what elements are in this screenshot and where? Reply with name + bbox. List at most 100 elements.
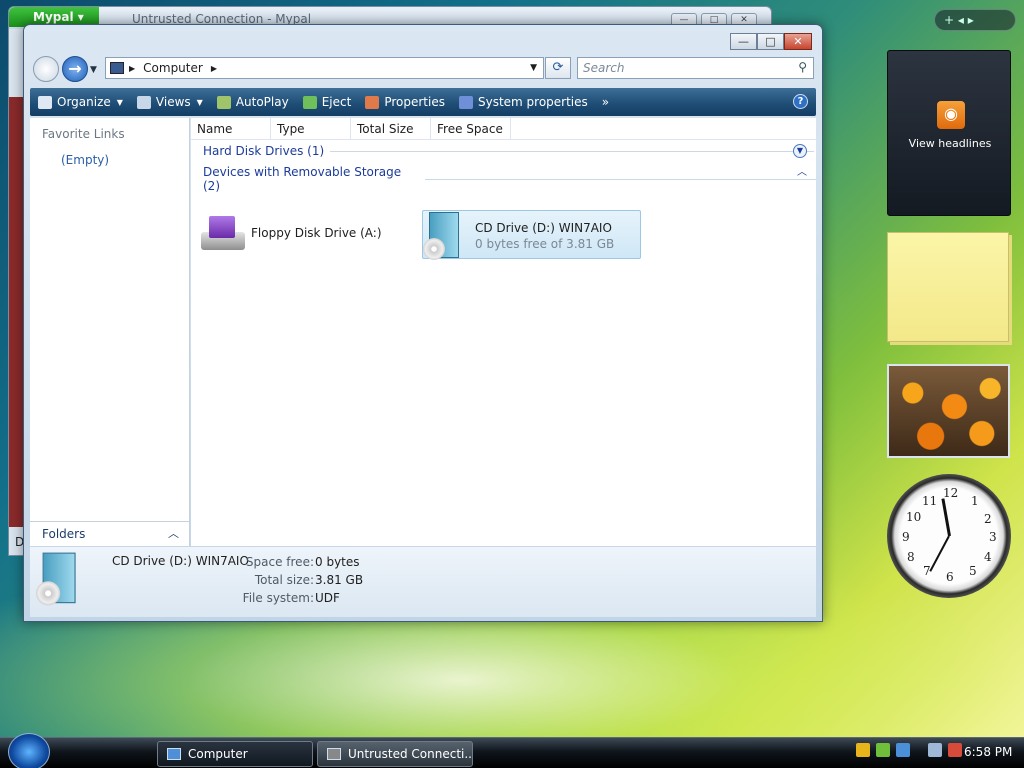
- file-system-label: File system:: [242, 591, 314, 605]
- sidebar-controls[interactable]: + ◂ ▸: [934, 9, 1016, 31]
- system-properties-button[interactable]: System properties: [458, 95, 588, 109]
- views-label: Views: [155, 95, 191, 109]
- views-icon: [136, 95, 151, 109]
- back-button[interactable]: [33, 56, 59, 82]
- arrow-right-icon: →: [68, 59, 82, 78]
- clock-number: 12: [943, 486, 959, 500]
- clock-number: 9: [902, 530, 910, 544]
- group-label: Hard Disk Drives (1): [203, 144, 325, 158]
- close-button[interactable]: ✕: [784, 33, 812, 50]
- column-total-size[interactable]: Total Size: [351, 118, 431, 139]
- navigation-pane: Favorite Links (Empty): [30, 118, 190, 546]
- cd-drive-free-space: 0 bytes free of 3.81 GB: [475, 237, 615, 251]
- autoplay-button[interactable]: AutoPlay: [216, 95, 289, 109]
- slideshow-gadget[interactable]: [887, 364, 1010, 458]
- more-commands-button[interactable]: »: [602, 95, 609, 109]
- file-list[interactable]: Name Type Total Size Free Space Hard Dis…: [191, 118, 816, 546]
- organize-icon: [38, 95, 52, 109]
- rss-icon: ◉: [937, 101, 965, 129]
- notes-gadget[interactable]: [887, 232, 1009, 342]
- security-shield-icon[interactable]: [856, 743, 870, 757]
- clock-number: 8: [907, 550, 915, 564]
- organize-label: Organize: [57, 95, 111, 109]
- volume-muted-icon[interactable]: [948, 743, 962, 757]
- column-name[interactable]: Name: [191, 118, 271, 139]
- folders-label: Folders: [42, 527, 86, 541]
- chevron-up-icon[interactable]: ︿: [797, 163, 807, 178]
- search-placeholder: Search: [583, 61, 625, 75]
- clock-number: 11: [922, 494, 938, 508]
- space-free-label: Space free:: [245, 555, 314, 569]
- floppy-drive-label: Floppy Disk Drive (A:): [251, 226, 382, 240]
- search-icon[interactable]: ⚲: [798, 60, 807, 74]
- taskbar: Computer Untrusted Connecti... 6:58 PM: [0, 733, 1024, 768]
- notification-area: [856, 743, 962, 757]
- chevron-up-icon: ︿: [168, 527, 179, 540]
- clock-time[interactable]: 6:58 PM: [964, 745, 1012, 759]
- address-dropdown-icon[interactable]: ▼: [530, 63, 537, 73]
- autoplay-label: AutoPlay: [235, 95, 289, 109]
- help-icon[interactable]: ?: [793, 94, 808, 109]
- address-bar[interactable]: ▶ Computer ▶ ▼: [105, 57, 544, 79]
- browser-icon: [327, 748, 341, 760]
- recent-pages-dropdown[interactable]: ▼: [90, 65, 97, 75]
- clock-number: 5: [969, 564, 977, 578]
- taskbar-item-label: Computer: [188, 747, 248, 761]
- collapse-group-icon[interactable]: ▼: [793, 144, 807, 158]
- refresh-button[interactable]: ⟳: [545, 57, 571, 79]
- cd-drive-item-content: CD Drive (D:) WIN7AIO 0 bytes free of 3.…: [423, 212, 614, 260]
- clock-minute-hand: [929, 535, 950, 572]
- feed-headlines-gadget[interactable]: ◉ View headlines: [887, 50, 1011, 216]
- explorer-window[interactable]: — □ ✕ → ▼ ▶ Computer ▶ ▼ ⟳ Search ⚲ Orga…: [23, 24, 823, 622]
- command-bar: Organize ▼ Views ▼ AutoPlay Eject Properti…: [30, 88, 816, 116]
- column-headers: Name Type Total Size Free Space: [191, 118, 816, 140]
- tray-app-icon[interactable]: [896, 743, 910, 757]
- group-divider: [425, 178, 816, 180]
- clock-number: 3: [989, 530, 997, 544]
- total-size-value: 3.81 GB: [315, 573, 364, 587]
- views-button[interactable]: Views ▼: [136, 95, 203, 109]
- start-button[interactable]: [8, 733, 50, 768]
- taskbar-item-browser[interactable]: Untrusted Connecti...: [317, 741, 473, 767]
- search-input[interactable]: Search ⚲: [577, 57, 814, 79]
- computer-icon: [167, 748, 181, 760]
- minimize-button[interactable]: —: [730, 33, 757, 50]
- tray-spacer: [916, 743, 922, 757]
- group-label: Devices with Removable Storage (2): [203, 165, 402, 193]
- system-properties-icon: [458, 95, 473, 109]
- view-headlines-link[interactable]: View headlines: [888, 137, 1012, 150]
- eject-icon: [302, 95, 317, 109]
- floppy-drive-item[interactable]: Floppy Disk Drive (A:): [199, 214, 382, 252]
- space-free-value: 0 bytes: [315, 555, 360, 569]
- taskbar-item-label: Untrusted Connecti...: [348, 747, 473, 761]
- organize-button[interactable]: Organize ▼: [38, 95, 123, 109]
- network-icon[interactable]: [928, 743, 942, 757]
- column-type[interactable]: Type: [271, 118, 351, 139]
- properties-icon: [365, 95, 380, 109]
- chevron-right-icon[interactable]: ▶: [129, 64, 135, 73]
- properties-button[interactable]: Properties: [365, 95, 445, 109]
- address-location[interactable]: Computer: [143, 61, 203, 75]
- group-hard-disk-drives[interactable]: Hard Disk Drives (1): [203, 144, 815, 158]
- forward-button[interactable]: →: [62, 56, 88, 82]
- clock-gadget[interactable]: 12 1 2 3 4 5 6 7 8 9 10 11: [887, 474, 1011, 598]
- file-system-value: UDF: [315, 591, 340, 605]
- eject-button[interactable]: Eject: [302, 95, 352, 109]
- column-free-space[interactable]: Free Space: [431, 118, 511, 139]
- group-removable-storage[interactable]: Devices with Removable Storage (2): [203, 165, 816, 193]
- chevron-down-icon: ▼: [116, 97, 123, 107]
- window-controls: — □ ✕: [730, 33, 812, 50]
- chevron-down-icon: ▼: [196, 97, 203, 107]
- computer-icon: [110, 62, 124, 74]
- taskbar-item-computer[interactable]: Computer: [157, 741, 313, 767]
- folders-toggle[interactable]: Folders ︿: [30, 521, 190, 546]
- cd-drive-label: CD Drive (D:) WIN7AIO: [475, 221, 612, 235]
- maximize-button[interactable]: □: [757, 33, 784, 50]
- properties-label: Properties: [384, 95, 445, 109]
- eject-label: Eject: [321, 95, 352, 109]
- safely-remove-icon[interactable]: [876, 743, 890, 757]
- chevron-right-icon[interactable]: ▶: [211, 64, 217, 73]
- favorite-links-empty: (Empty): [61, 153, 110, 167]
- autoplay-icon: [216, 95, 231, 109]
- background-window-sidebar: [9, 97, 23, 527]
